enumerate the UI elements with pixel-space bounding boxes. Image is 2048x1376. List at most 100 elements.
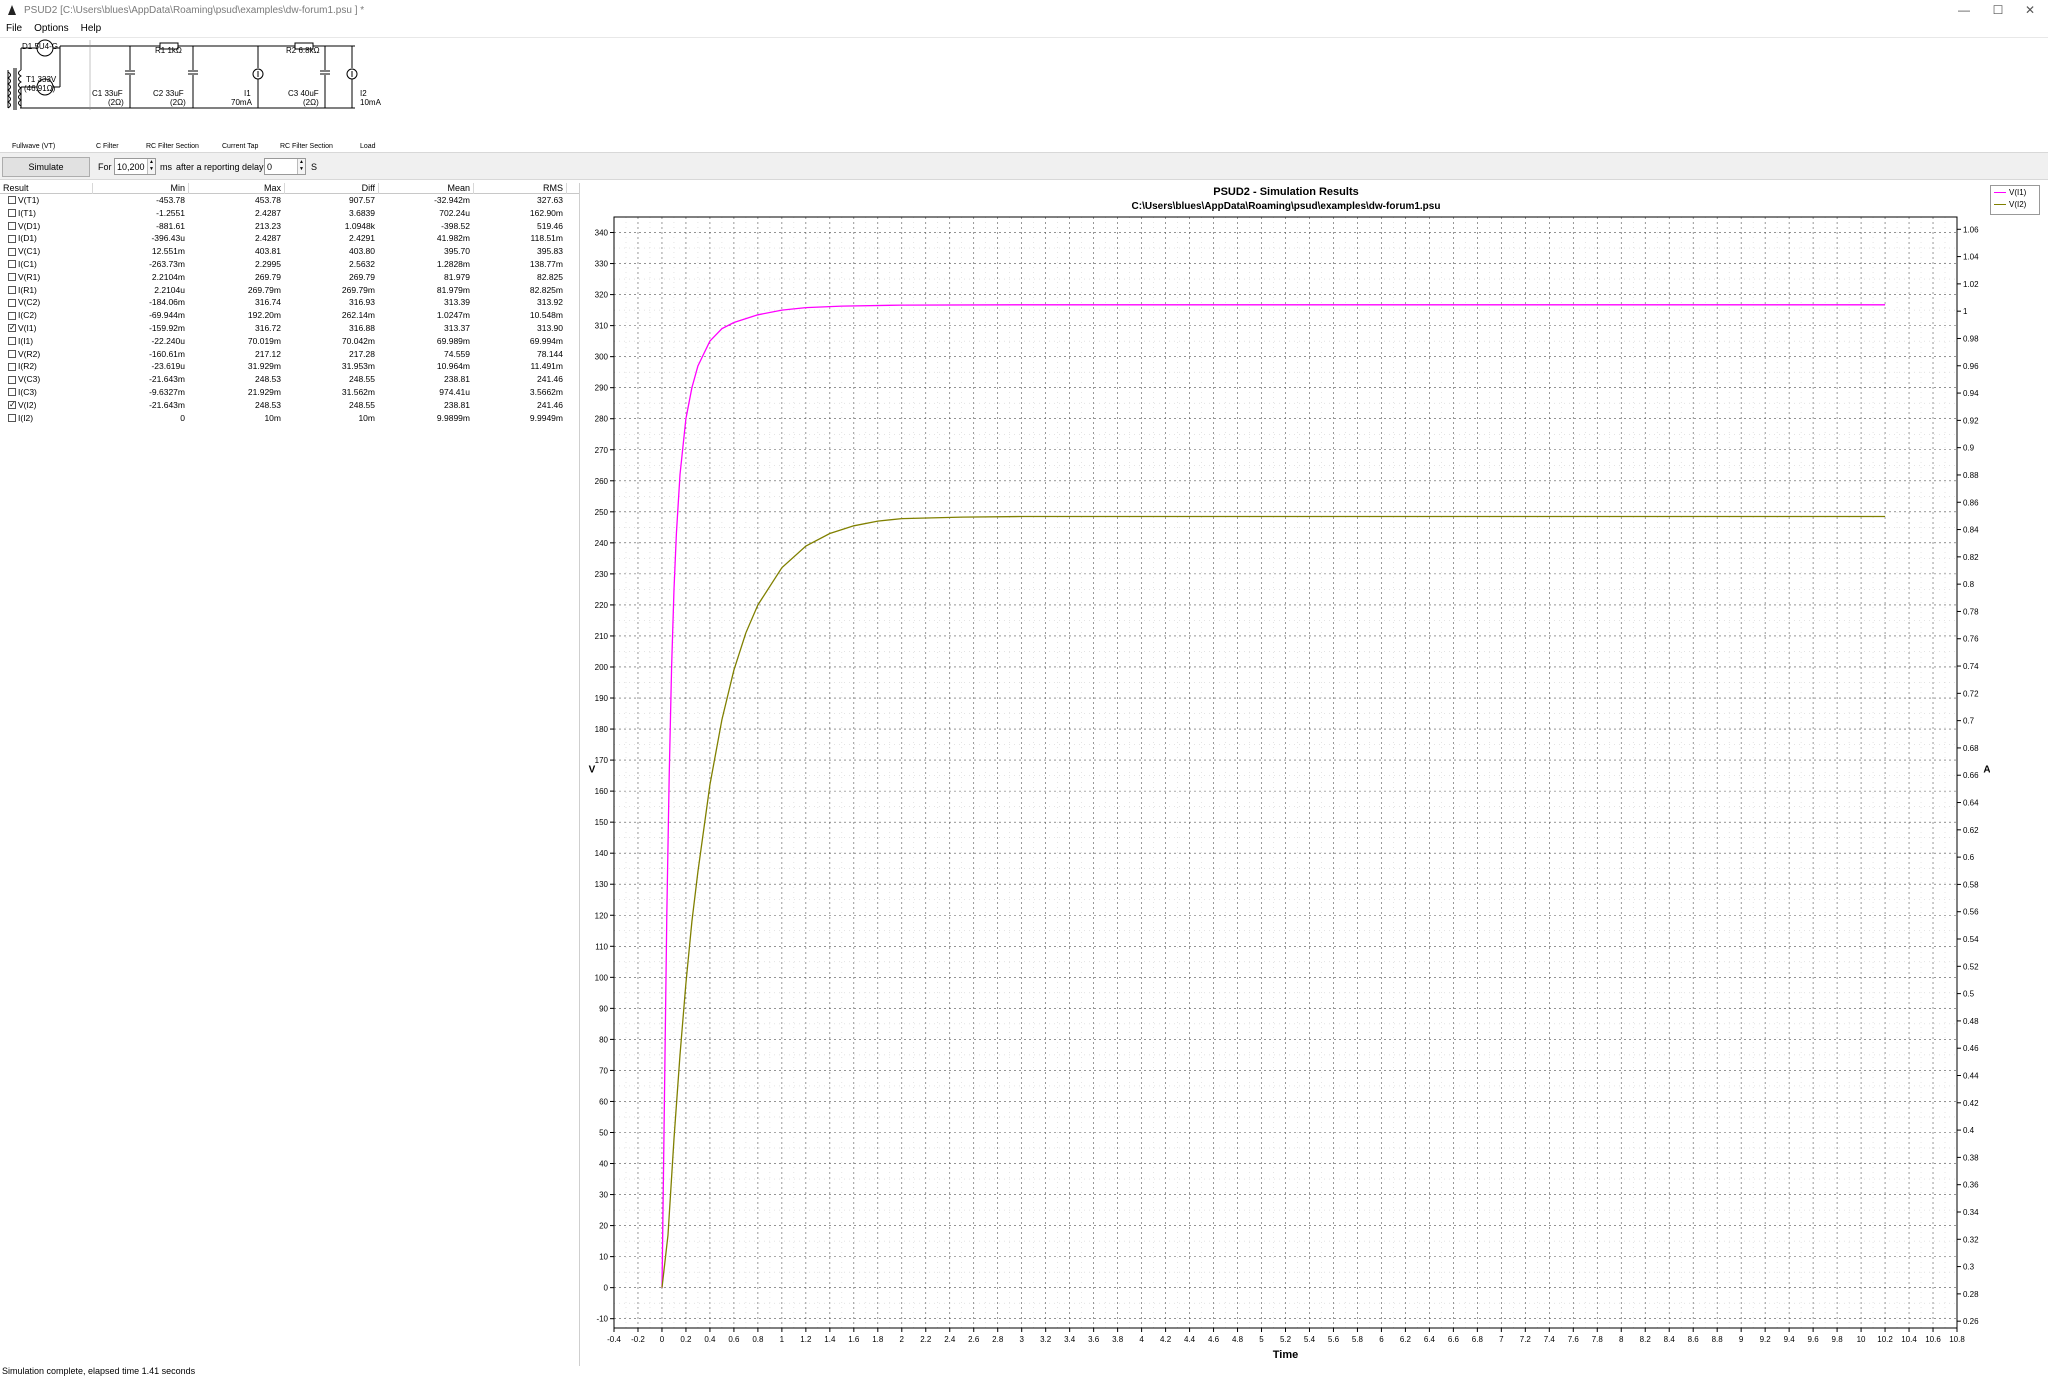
ms-label: ms bbox=[160, 162, 172, 172]
header-rms[interactable]: RMS bbox=[474, 183, 567, 194]
table-row[interactable]: V(T1) -453.78 453.78 907.57 -32.942m 327.63 bbox=[0, 194, 579, 207]
table-row[interactable]: V(D1) -881.61 213.23 1.0948k -398.52 519.46 bbox=[0, 220, 579, 233]
cell-mean: 702.24u bbox=[439, 207, 470, 218]
y2-tick-label: 0.92 bbox=[1963, 416, 1979, 425]
menu-file[interactable]: File bbox=[0, 23, 28, 34]
series-checkbox[interactable] bbox=[8, 247, 16, 256]
cell-diff: 10m bbox=[358, 412, 375, 423]
series-checkbox[interactable] bbox=[8, 285, 16, 294]
x-tick-label: 1.6 bbox=[848, 1335, 860, 1344]
x-tick-label: 8.6 bbox=[1688, 1335, 1700, 1344]
table-row[interactable]: I(T1) -1.2551 2.4287 3.6839 702.24u 162.90m bbox=[0, 207, 579, 220]
header-diff[interactable]: Diff bbox=[285, 183, 379, 194]
table-row[interactable]: I(I1) -22.240u 70.019m 70.042m 69.989m 69.994… bbox=[0, 335, 579, 348]
menu-help[interactable]: Help bbox=[75, 23, 108, 34]
y2-tick-label: 1 bbox=[1963, 307, 1968, 316]
cell-rms: 78.144 bbox=[537, 348, 563, 359]
y2-tick-label: 0.72 bbox=[1963, 689, 1979, 698]
series-checkbox[interactable] bbox=[8, 375, 16, 384]
y2-tick-label: 0.78 bbox=[1963, 607, 1979, 616]
series-checkbox[interactable] bbox=[8, 362, 16, 371]
series-checkbox[interactable] bbox=[8, 349, 16, 358]
delay-arrows[interactable]: ▲ ▼ bbox=[296, 159, 305, 174]
simulate-button[interactable]: Simulate bbox=[2, 157, 90, 177]
table-row[interactable]: V(R1) 2.2104m 269.79 269.79 81.979 82.825 bbox=[0, 271, 579, 284]
close-button[interactable]: ✕ bbox=[2014, 0, 2046, 20]
minimize-button[interactable]: — bbox=[1948, 0, 1980, 20]
legend-item-vi1: V(I1) bbox=[1991, 186, 2039, 198]
result-name-cell: V(R1) bbox=[0, 271, 92, 284]
x-tick-label: 5 bbox=[1259, 1335, 1264, 1344]
table-row[interactable]: I(C2) -69.944m 192.20m 262.14m 1.0247m 10.548… bbox=[0, 309, 579, 322]
table-row[interactable]: V(C3) -21.643m 248.53 248.55 238.81 241.46 bbox=[0, 373, 579, 386]
table-row[interactable]: I(C1) -263.73m 2.2995 2.5632 1.2828m 138.77m bbox=[0, 258, 579, 271]
maximize-button[interactable]: ☐ bbox=[1982, 0, 2014, 20]
c3-name: C3 40uF bbox=[288, 89, 319, 98]
x-tick-label: 9.8 bbox=[1832, 1335, 1844, 1344]
table-row[interactable]: I(D1) -396.43u 2.4287 2.4291 41.982m 118.51m bbox=[0, 232, 579, 245]
x-tick-label: 4 bbox=[1139, 1335, 1144, 1344]
table-row[interactable]: I(R1) 2.2104u 269.79m 269.79m 81.979m 82.825m bbox=[0, 284, 579, 297]
x-tick-label: 6 bbox=[1379, 1335, 1384, 1344]
y2-tick-label: 0.4 bbox=[1963, 1126, 1975, 1135]
series-checkbox[interactable] bbox=[8, 311, 16, 320]
table-row[interactable]: I(R2) -23.619u 31.929m 31.953m 10.964m 11.491… bbox=[0, 360, 579, 373]
y-tick-label: 260 bbox=[595, 477, 609, 486]
header-min[interactable]: Min bbox=[93, 183, 189, 194]
y2-tick-label: 0.54 bbox=[1963, 935, 1979, 944]
duration-arrows[interactable]: ▲ ▼ bbox=[146, 159, 155, 174]
result-name-cell: V(C2) bbox=[0, 296, 92, 309]
y-tick-label: 180 bbox=[595, 725, 609, 734]
y2-tick-label: 0.32 bbox=[1963, 1235, 1979, 1244]
table-row[interactable]: V(R2) -160.61m 217.12 217.28 74.559 78.144 bbox=[0, 348, 579, 361]
d1-label: D1 5U4-G bbox=[22, 42, 58, 51]
series-checkbox[interactable] bbox=[8, 388, 16, 397]
series-checkbox[interactable] bbox=[8, 337, 16, 346]
header-result[interactable]: Result bbox=[0, 183, 93, 194]
duration-spinner[interactable]: ▲▼ bbox=[114, 158, 156, 175]
header-max[interactable]: Max bbox=[189, 183, 285, 194]
table-row[interactable]: V(I2) -21.643m 248.53 248.55 238.81 241.46 bbox=[0, 399, 579, 412]
y-tick-label: 170 bbox=[595, 756, 609, 765]
cell-diff: 31.953m bbox=[341, 361, 375, 372]
series-checkbox[interactable] bbox=[8, 399, 16, 412]
status-bar: Simulation complete, elapsed time 1.41 s… bbox=[0, 1366, 2048, 1376]
cell-min: -22.240u bbox=[151, 335, 185, 346]
cell-mean: 81.979 bbox=[444, 271, 470, 282]
cell-rms: 313.92 bbox=[537, 297, 563, 308]
result-name: V(I2) bbox=[18, 399, 37, 410]
table-row[interactable]: I(I2) 0 10m 10m 9.9899m 9.9949m bbox=[0, 412, 579, 425]
cell-min: -69.944m bbox=[149, 310, 185, 321]
cell-min: -396.43u bbox=[151, 233, 185, 244]
table-row[interactable]: I(C3) -9.6327m 21.929m 31.562m 974.41u 3.5662… bbox=[0, 386, 579, 399]
table-row[interactable]: V(I1) -159.92m 316.72 316.88 313.37 313.90 bbox=[0, 322, 579, 335]
series-checkbox[interactable] bbox=[8, 413, 16, 422]
circuit-schematic[interactable]: D1 5U4-G T1 333V (46.91Ω) R1 1kΩ R2 6.8k… bbox=[0, 38, 390, 152]
delay-spinner[interactable]: ▲▼ bbox=[264, 158, 306, 175]
series-checkbox[interactable] bbox=[8, 273, 16, 282]
table-row[interactable]: V(C2) -184.06m 316.74 316.93 313.39 313.92 bbox=[0, 296, 579, 309]
y2-tick-label: 0.74 bbox=[1963, 662, 1979, 671]
series-checkbox[interactable] bbox=[8, 209, 16, 218]
x-tick-label: 4.8 bbox=[1232, 1335, 1244, 1344]
y2-tick-label: 0.46 bbox=[1963, 1044, 1979, 1053]
series-checkbox[interactable] bbox=[8, 260, 16, 269]
y2-tick-label: 0.44 bbox=[1963, 1072, 1979, 1081]
series-checkbox[interactable] bbox=[8, 196, 16, 205]
x-tick-label: 2 bbox=[900, 1335, 905, 1344]
y2-tick-label: 1.06 bbox=[1963, 225, 1979, 234]
menu-options[interactable]: Options bbox=[28, 23, 74, 34]
delay-input[interactable] bbox=[265, 159, 297, 174]
legend-label-vi1: V(I1) bbox=[2009, 187, 2027, 197]
table-row[interactable]: V(C1) 12.551m 403.81 403.80 395.70 395.83 bbox=[0, 245, 579, 258]
duration-input[interactable] bbox=[115, 159, 147, 174]
series-checkbox[interactable] bbox=[8, 221, 16, 230]
series-checkbox[interactable] bbox=[8, 322, 16, 335]
x-tick-label: 5.8 bbox=[1352, 1335, 1364, 1344]
series-checkbox[interactable] bbox=[8, 234, 16, 243]
cell-rms: 9.9949m bbox=[529, 412, 563, 423]
y2-tick-label: 0.62 bbox=[1963, 826, 1979, 835]
header-mean[interactable]: Mean bbox=[379, 183, 474, 194]
x-tick-label: 3 bbox=[1019, 1335, 1024, 1344]
series-checkbox[interactable] bbox=[8, 298, 16, 307]
